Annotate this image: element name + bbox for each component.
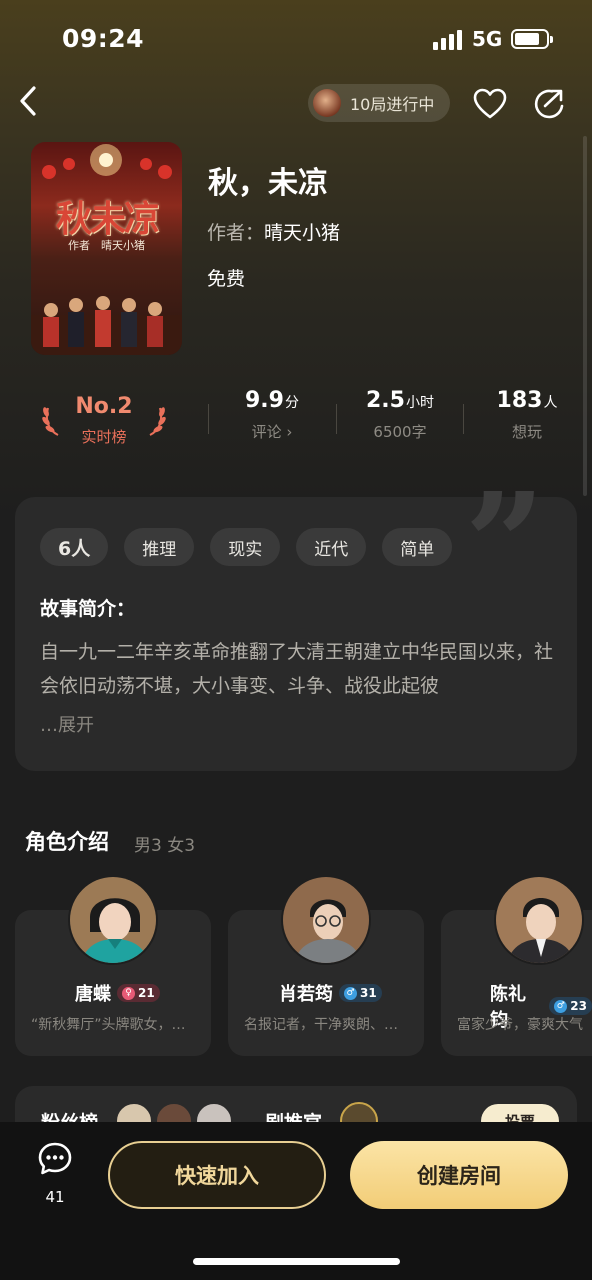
score-stat[interactable]: 9.9分 评论 › [217, 388, 327, 442]
intro-heading: 故事简介： [40, 598, 136, 620]
stats-row: No.2 实时榜 9.9分 评论 › 2.5小时 6500字 183人 想玩 [0, 388, 592, 452]
role-description: 富家少爷，豪爽大气 [457, 1017, 583, 1033]
tag-list: 6人 推理 现实 近代 简单 [40, 528, 453, 566]
favorite-heart-icon[interactable] [472, 86, 508, 122]
sessions-in-progress-pill[interactable]: 10局进行中 [308, 84, 450, 122]
female-icon: ♀ [122, 986, 135, 1000]
cover-crowd-illustration [31, 296, 182, 355]
network-label: 5G [472, 27, 503, 51]
stats-divider [208, 404, 209, 434]
story-intro-card: ” 6人 推理 现实 近代 简单 故事简介： 自一九一二年辛亥革命推翻了大清王朝… [15, 475, 577, 771]
author-name[interactable]: 晴天小猪 [264, 222, 340, 244]
role-name-row: 唐蝶 ♀ 21 [75, 980, 160, 1006]
cover-author: 作者 晴天小猪 [68, 239, 145, 252]
tag-player-count[interactable]: 6人 [40, 528, 109, 566]
role-name: 唐蝶 [75, 984, 111, 1005]
role-name-row: 肖若筠 ♂ 31 [279, 980, 382, 1006]
players-value: 183 [496, 388, 543, 413]
status-time: 09:24 [62, 24, 145, 53]
roles-gender-summary: 男3 女3 [134, 836, 196, 856]
stats-divider [463, 404, 464, 434]
battery-icon [511, 29, 553, 49]
status-bar: 09:24 5G [0, 0, 592, 80]
male-icon: ♂ [554, 999, 568, 1013]
rank-badge[interactable]: No.2 实时榜 [42, 388, 166, 446]
home-indicator[interactable] [193, 1258, 400, 1265]
players-unit: 人 [543, 395, 558, 411]
role-description: 名报记者，干净爽朗、… [244, 1017, 398, 1033]
word-count: 6500字 [373, 423, 427, 441]
cover-title: 秋未凉 [55, 198, 160, 240]
tag-genre[interactable]: 推理 [124, 528, 195, 566]
reviews-link[interactable]: 评论 › [217, 421, 327, 442]
sessions-in-progress-label: 10局进行中 [350, 95, 435, 114]
create-room-button[interactable]: 创建房间 [350, 1141, 568, 1209]
role-avatar[interactable] [494, 875, 584, 965]
score-value: 9.9 [245, 388, 284, 413]
book-cover-image[interactable]: 秋未凉 作者 晴天小猪 [31, 142, 182, 355]
male-age-badge: ♂ 31 [339, 984, 382, 1002]
tag-difficulty[interactable]: 简单 [382, 528, 453, 566]
author-label: 作者： [207, 222, 265, 244]
role-avatar[interactable] [68, 875, 158, 965]
chat-icon[interactable] [36, 1140, 74, 1178]
session-avatar [313, 89, 341, 117]
score-unit: 分 [284, 395, 299, 411]
players-label: 想玩 [511, 423, 542, 441]
share-icon[interactable] [532, 86, 568, 122]
quick-join-button[interactable]: 快速加入 [108, 1141, 326, 1209]
role-description: “新秋舞厅”头牌歌女，… [31, 1017, 186, 1033]
roles-heading: 角色介绍 [25, 830, 109, 854]
male-icon: ♂ [344, 986, 357, 1000]
intro-text: 自一九一二年辛亥革命推翻了大清王朝建立中华民国以来，社会依旧动荡不堪，大小事变、… [40, 641, 554, 697]
book-price: 免费 [207, 268, 246, 290]
duration-value: 2.5 [366, 388, 405, 413]
male-age-badge: ♂ 23 [549, 997, 592, 1015]
players-stat: 183人 想玩 [472, 388, 582, 442]
back-icon[interactable] [12, 82, 46, 120]
tag-genre[interactable]: 现实 [210, 528, 281, 566]
book-title: 秋，未凉 [208, 166, 328, 201]
quote-decoration-icon: ” [464, 463, 545, 627]
signal-icon [433, 30, 465, 50]
chat-count: 41 [45, 1188, 65, 1206]
role-name: 肖若筠 [279, 984, 333, 1005]
duration-unit: 小时 [405, 395, 434, 411]
expand-link[interactable]: …展开 [40, 711, 94, 737]
duration-stat: 2.5小时 6500字 [345, 388, 455, 442]
role-avatar[interactable] [281, 875, 371, 965]
laurel-right-icon [149, 407, 166, 436]
stats-divider [336, 404, 337, 434]
female-age-badge: ♀ 21 [117, 984, 160, 1002]
book-author: 作者：晴天小猪 [207, 218, 340, 245]
tag-genre[interactable]: 近代 [296, 528, 367, 566]
